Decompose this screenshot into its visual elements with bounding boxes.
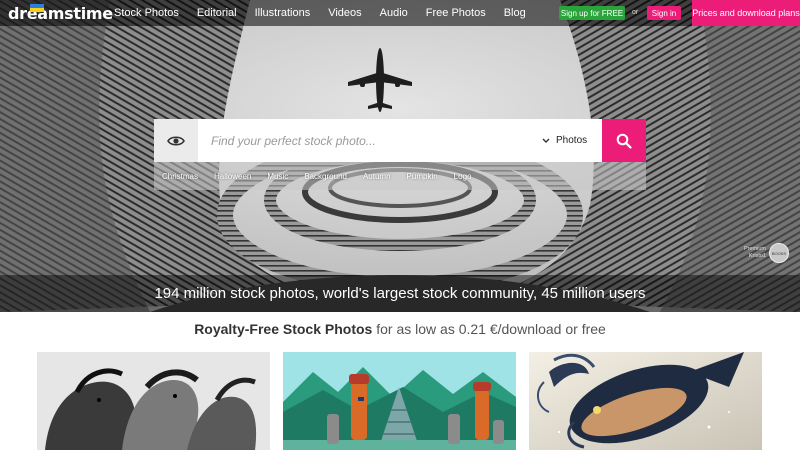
credit-text: Premium Kristo1 [734,246,766,260]
avatar: BOOKS [769,243,789,263]
tag-background[interactable]: Background [304,172,347,181]
eye-icon [167,135,185,146]
stats-banner: 194 million stock photos, world's larges… [0,275,800,312]
moai-pyramid-image [283,352,516,450]
headline-rest: for as low as 0.21 €/download or free [372,321,606,337]
signup-button[interactable]: Sign up for FREE [559,6,625,20]
visual-search-button[interactable] [154,119,198,162]
search-icon [616,133,632,149]
credit-line-2: Kristo1 [748,253,766,259]
thumbnail-moai-pyramid[interactable] [283,352,516,450]
top-navigation: dreamstime Stock Photos Editorial Illust… [0,0,800,26]
tag-halloween[interactable]: Halloween [214,172,251,181]
signin-button[interactable]: Sign in [647,6,681,20]
prices-button[interactable]: Prices and download plans [692,0,800,26]
photo-credit[interactable]: Premium Kristo1 BOOKS [734,243,790,264]
nav-audio[interactable]: Audio [380,7,408,19]
nav-illustrations[interactable]: Illustrations [255,7,311,19]
search-bar: Photos [154,119,646,162]
search-type-label: Photos [556,135,588,146]
tag-christmas[interactable]: Christmas [162,172,198,181]
tag-pumpkin[interactable]: Pumpkin [407,172,438,181]
logo[interactable]: dreamstime [8,3,113,23]
fish-fantasy-image [529,352,762,450]
tag-autumn[interactable]: Autumn [363,172,391,181]
thumbnail-horses[interactable] [37,352,270,450]
headline-bold: Royalty-Free Stock Photos [194,321,373,337]
or-label: or [632,9,639,16]
search-input[interactable] [198,119,542,162]
page-title: Royalty-Free Stock Photos for as low as … [0,321,800,337]
horses-image [37,352,270,450]
thumbnail-fish-fantasy[interactable] [529,352,762,450]
tag-music[interactable]: Music [267,172,288,181]
hero-banner: dreamstime Stock Photos Editorial Illust… [0,0,800,312]
popular-tags: Christmas Halloween Music Background Aut… [154,162,646,190]
avatar-badge: BOOKS [771,250,787,256]
nav-stock-photos[interactable]: Stock Photos [114,7,179,19]
logo-text: dreamstime [8,3,113,23]
nav-free-photos[interactable]: Free Photos [426,7,486,19]
credit-line-1: Premium [743,246,766,252]
search-button[interactable] [602,119,646,162]
chevron-down-icon [542,138,550,143]
nav-editorial[interactable]: Editorial [197,7,237,19]
search-type-select[interactable]: Photos [542,119,602,162]
tag-logo[interactable]: Logo [454,172,472,181]
nav-links: Stock Photos Editorial Illustrations Vid… [114,0,544,26]
nav-videos[interactable]: Videos [328,7,361,19]
nav-blog[interactable]: Blog [504,7,526,19]
heart-flag-icon [30,4,44,12]
